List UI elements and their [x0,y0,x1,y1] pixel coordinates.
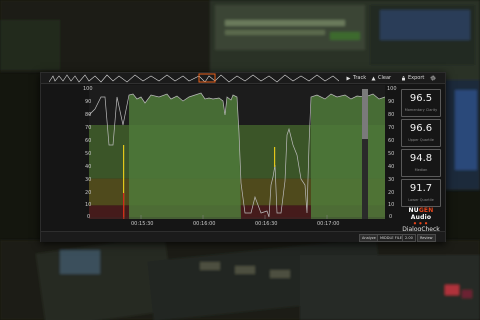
meter-value: 91.7 [409,183,433,194]
meter-value: 96.6 [409,123,433,134]
y-tick-left: 0 [87,214,91,220]
mode-field[interactable]: MIDDLE FILE [377,234,405,242]
meter-label: Upper Quartile [408,138,434,142]
clarity-graph[interactable] [89,85,385,219]
y-tick-left: 40 [85,164,92,170]
x-tick: 00:15:30 [131,221,154,227]
y-tick-right: 100 [387,86,397,92]
review-button[interactable]: Review [417,234,436,242]
vertical-scrollbar[interactable] [362,89,368,219]
y-tick-left: 70 [85,125,92,131]
y-tick-right: 70 [388,125,395,131]
marker-red-left [123,193,125,219]
brand-name: NUGEN Audio [408,207,434,221]
clear-label: Clear [378,75,392,81]
marker-yellow-mid [274,147,276,167]
track-icon [346,76,351,80]
y-tick-right: 50 [388,151,395,157]
meter-label: Lower Quartile [408,198,434,202]
y-tick-left: 20 [85,190,92,196]
x-tick: 00:17:00 [317,221,340,227]
clarity-fill [129,93,241,219]
value-field[interactable]: 2.00 [402,234,416,242]
export-button[interactable]: Export [401,74,424,82]
overview-waveform[interactable] [49,73,339,83]
clarity-fill-right [311,94,385,219]
clear-button[interactable]: Clear [371,74,391,82]
export-icon [402,75,405,80]
dialogcheck-plugin-window: Track Clear Export 100 90 80 70 60 50 40… [40,72,446,242]
gear-icon [430,75,436,81]
meter-lower-quartile: 91.7 Lower Quartile [401,179,441,207]
brand-dots: ● ● ● [413,221,429,225]
y-tick-left: 10 [85,202,92,208]
analyze-button[interactable]: Analyze [359,234,379,242]
meter-value: 94.8 [409,153,433,164]
y-tick-right: 20 [388,190,395,196]
bottom-bar: Analyze MIDDLE FILE 2.00 Review [41,231,445,242]
x-tick: 00:16:30 [255,221,278,227]
meter-label: Median [414,168,428,172]
track-button[interactable]: Track [346,74,366,82]
meter-value: 96.5 [409,93,433,104]
meter-upper-quartile: 96.6 Upper Quartile [401,119,441,147]
y-tick-right: 80 [388,112,395,118]
y-tick-left: 100 [83,86,93,92]
meter-median: 94.8 Median [401,149,441,177]
y-tick-left: 90 [85,99,92,105]
scroll-thumb[interactable] [362,89,368,139]
y-tick-right: 60 [388,138,395,144]
y-tick-left: 60 [85,138,92,144]
export-label: Export [408,75,425,81]
y-tick-right: 40 [388,164,395,170]
y-tick-right: 0 [389,214,393,220]
x-tick: 00:16:00 [193,221,216,227]
meter-label: Momentary Clarity [404,108,438,112]
top-toolbar: Track Clear Export [41,73,445,84]
clear-icon [371,76,376,80]
track-label: Track [353,75,367,81]
settings-button[interactable] [430,74,436,82]
y-tick-left: 50 [85,151,92,157]
nugen-logo: NUGEN Audio ● ● ● DialogCheck [401,207,441,233]
y-tick-right: 10 [388,202,395,208]
y-tick-right: 90 [388,99,395,105]
y-tick-right: 30 [388,177,395,183]
y-tick-left: 80 [85,112,92,118]
y-tick-left: 30 [85,177,92,183]
meter-momentary-clarity: 96.5 Momentary Clarity [401,89,441,117]
